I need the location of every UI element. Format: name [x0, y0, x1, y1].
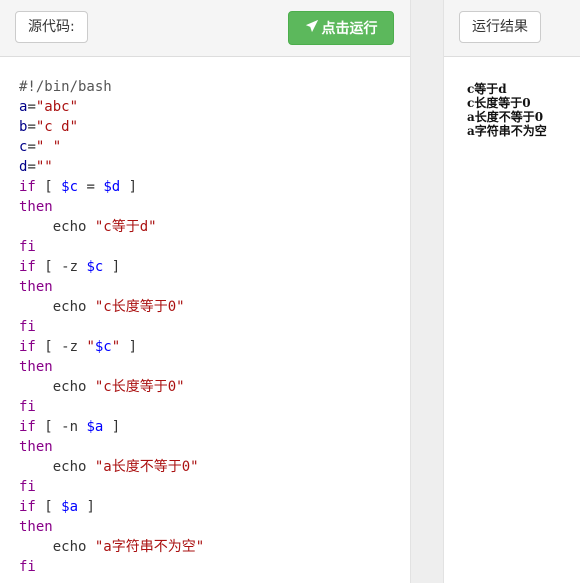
- result-panel-header: 运行结果: [444, 0, 580, 57]
- code-line: echo "a字符串不为空": [19, 537, 204, 557]
- code-token: if: [19, 339, 36, 355]
- code-token: fi: [19, 319, 36, 335]
- code-line: fi: [19, 557, 204, 577]
- code-token: "a字符串不为空": [94, 539, 205, 555]
- code-line: if [ -z "$c" ]: [19, 337, 204, 357]
- code-token: =: [27, 119, 36, 135]
- code-token: then: [19, 199, 53, 215]
- code-line: if [ $a ]: [19, 497, 204, 517]
- code-line: fi: [19, 317, 204, 337]
- code-line: if [ $c = $d ]: [19, 177, 204, 197]
- code-token: ]: [78, 499, 95, 515]
- code-line: echo "c长度等于0": [19, 297, 204, 317]
- output-line: c等于d: [467, 82, 507, 96]
- code-token: =: [27, 159, 36, 175]
- code-token: ]: [120, 339, 138, 355]
- code-token: if: [19, 259, 36, 275]
- code-token: [ -z: [35, 259, 87, 275]
- code-token: $c: [94, 339, 112, 355]
- paper-plane-icon: [305, 19, 319, 37]
- code-line: if [ -z $c ]: [19, 257, 204, 277]
- code-token: "a长度不等于0": [94, 459, 199, 475]
- code-token: [ -z: [35, 339, 87, 355]
- code-token: fi: [19, 479, 36, 495]
- code-token: "abc": [35, 99, 79, 115]
- code-line: a="abc": [19, 97, 204, 117]
- code-token: echo: [19, 299, 95, 315]
- code-line: fi: [19, 237, 204, 257]
- code-line: b="c d": [19, 117, 204, 137]
- code-token: =: [27, 139, 36, 155]
- code-token: #!/bin/bash: [19, 79, 112, 95]
- result-label: 运行结果: [459, 11, 541, 43]
- code-token: $a: [61, 499, 79, 515]
- code-token: then: [19, 519, 53, 535]
- code-token: ]: [120, 179, 138, 195]
- output-line: a字符串不为空: [467, 124, 547, 138]
- code-line: then: [19, 197, 204, 217]
- code-token: "": [35, 159, 53, 175]
- run-button[interactable]: 点击运行: [288, 11, 394, 45]
- code-line: then: [19, 277, 204, 297]
- code-token: ": [111, 339, 121, 355]
- code-line: fi: [19, 477, 204, 497]
- code-token: fi: [19, 239, 36, 255]
- code-line: then: [19, 437, 204, 457]
- code-token: "c长度等于0": [94, 379, 185, 395]
- code-token: if: [19, 499, 36, 515]
- code-token: ]: [103, 419, 121, 435]
- code-token: then: [19, 359, 53, 375]
- run-button-label: 点击运行: [321, 21, 378, 37]
- code-token: echo: [19, 459, 95, 475]
- output-line: c长度等于0: [467, 96, 531, 110]
- code-token: fi: [19, 559, 36, 575]
- code-token: then: [19, 279, 53, 295]
- code-token: $a: [86, 419, 104, 435]
- code-token: "c等于d": [94, 219, 157, 235]
- code-line: then: [19, 517, 204, 537]
- code-token: =: [78, 179, 104, 195]
- code-token: fi: [19, 399, 36, 415]
- code-token: "c长度等于0": [94, 299, 185, 315]
- code-token: [: [35, 499, 62, 515]
- code-token: echo: [19, 379, 95, 395]
- result-panel: 运行结果 c等于d c长度等于0 a长度不等于0 a字符串不为空: [443, 0, 580, 583]
- code-line: echo "a长度不等于0": [19, 457, 204, 477]
- code-token: [ -n: [35, 419, 87, 435]
- code-token: then: [19, 439, 53, 455]
- code-line: d="": [19, 157, 204, 177]
- code-token: =: [27, 99, 36, 115]
- output-line: a长度不等于0: [467, 110, 544, 124]
- code-token: echo: [19, 539, 95, 555]
- code-line: then: [19, 357, 204, 377]
- code-line: fi: [19, 397, 204, 417]
- code-token: $c: [61, 179, 79, 195]
- code-line: echo "c长度等于0": [19, 377, 204, 397]
- source-panel: 源代码: 点击运行 #!/bin/bash a="abc" b="c d" c=" "…: [0, 0, 411, 583]
- code-token: " ": [35, 139, 62, 155]
- code-token: "c d": [35, 119, 79, 135]
- code-token: ": [86, 339, 95, 355]
- code-token: echo: [19, 219, 95, 235]
- code-line: if [ -n $a ]: [19, 417, 204, 437]
- code-line: c=" ": [19, 137, 204, 157]
- code-token: $c: [86, 259, 104, 275]
- code-line: #!/bin/bash: [19, 77, 204, 97]
- code-token: $d: [103, 179, 121, 195]
- code-token: if: [19, 419, 36, 435]
- source-code-label: 源代码:: [15, 11, 88, 43]
- output-area: c等于d c长度等于0 a长度不等于0 a字符串不为空: [467, 82, 547, 138]
- code-token: ]: [103, 259, 121, 275]
- code-line: echo "c等于d": [19, 217, 204, 237]
- code-editor[interactable]: #!/bin/bash a="abc" b="c d" c=" " d="" if [ $…: [19, 77, 204, 577]
- code-token: [: [35, 179, 62, 195]
- source-panel-header: 源代码: 点击运行: [0, 0, 410, 57]
- code-token: if: [19, 179, 36, 195]
